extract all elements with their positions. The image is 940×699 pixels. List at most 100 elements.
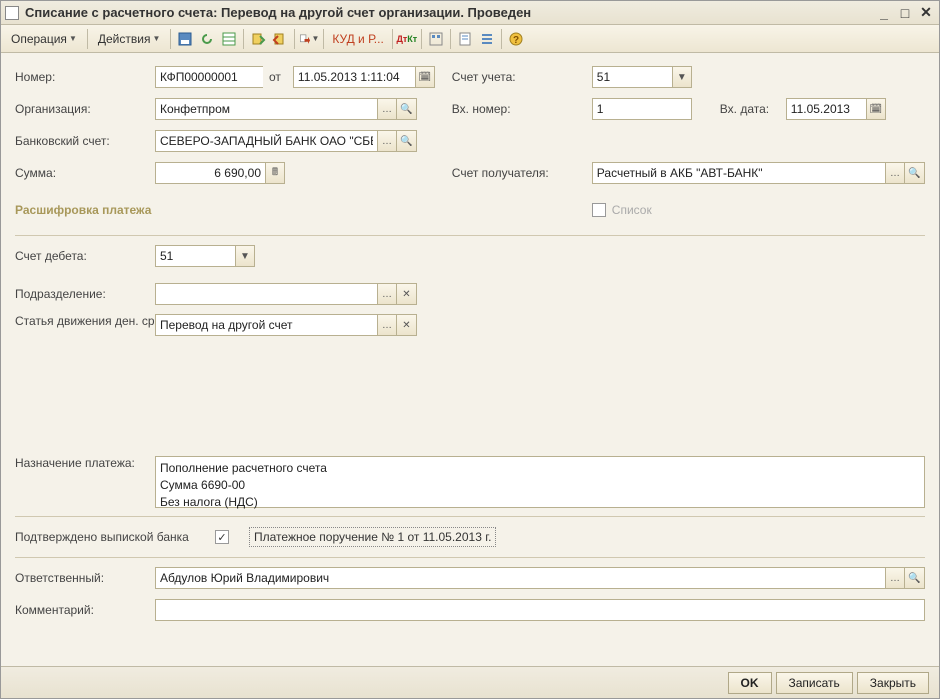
search-icon[interactable]: 🔍	[905, 567, 925, 589]
in-date-input[interactable]	[786, 98, 866, 120]
write-button[interactable]: Записать	[776, 672, 853, 694]
select-icon[interactable]: …	[885, 162, 905, 184]
responsible-field[interactable]: … 🔍	[155, 567, 925, 589]
division-field[interactable]: … ✕	[155, 283, 417, 305]
debit-input[interactable]	[155, 245, 235, 267]
label-list: Список	[612, 203, 658, 217]
form-content: Номер: от 🗓 Счет учета: ▼ Организация: …	[1, 53, 939, 666]
divider	[15, 235, 925, 236]
responsible-input[interactable]	[155, 567, 885, 589]
minimize-button[interactable]: _	[875, 5, 893, 21]
account-uchet-field[interactable]: ▼	[592, 66, 692, 88]
toolbar-save-icon[interactable]	[175, 29, 195, 49]
org-field[interactable]: … 🔍	[155, 98, 417, 120]
separator	[243, 29, 244, 49]
comment-input[interactable]	[155, 599, 925, 621]
confirmed-checkbox[interactable]: ✓	[215, 530, 229, 544]
article-field[interactable]: … ✕	[155, 314, 417, 336]
toolbar-post-icon[interactable]	[248, 29, 268, 49]
label-debit: Счет дебета:	[15, 249, 155, 263]
chevron-down-icon: ▼	[152, 34, 160, 43]
separator	[294, 29, 295, 49]
select-icon[interactable]: …	[377, 98, 397, 120]
separator	[450, 29, 451, 49]
label-comment: Комментарий:	[15, 603, 155, 617]
recipient-account-field[interactable]: … 🔍	[592, 162, 925, 184]
label-responsible: Ответственный:	[15, 571, 155, 585]
datetime-field[interactable]: 🗓	[293, 66, 435, 88]
bank-account-field[interactable]: … 🔍	[155, 130, 417, 152]
operation-label: Операция	[11, 32, 67, 46]
org-input[interactable]	[155, 98, 377, 120]
sum-input[interactable]	[155, 162, 265, 184]
window-title: Списание с расчетного счета: Перевод на …	[25, 5, 872, 20]
number-input[interactable]	[155, 66, 263, 88]
calculator-icon[interactable]: 🖩	[265, 162, 285, 184]
chevron-down-icon[interactable]: ▼	[235, 245, 255, 267]
bank-account-input[interactable]	[155, 130, 377, 152]
maximize-button[interactable]: □	[896, 5, 914, 21]
separator	[87, 29, 88, 49]
toolbar-help-icon[interactable]: ?	[506, 29, 526, 49]
label-in-number: Вх. номер:	[452, 102, 592, 116]
debit-field[interactable]: ▼	[155, 245, 255, 267]
toolbar-unpost-icon[interactable]	[270, 29, 290, 49]
calendar-icon[interactable]: 🗓	[415, 66, 435, 88]
toolbar-report-icon[interactable]	[455, 29, 475, 49]
toolbar-list-icon[interactable]	[477, 29, 497, 49]
number-field[interactable]	[155, 66, 263, 88]
label-in-date: Вх. дата:	[720, 102, 786, 116]
in-number-input[interactable]	[592, 98, 692, 120]
toolbar: Операция ▼ Действия ▼ ▼ КУД и Р... ДтКт …	[1, 25, 939, 53]
svg-text:?: ?	[513, 35, 519, 46]
account-uchet-input[interactable]	[592, 66, 672, 88]
select-icon[interactable]: …	[377, 314, 397, 336]
operation-menu[interactable]: Операция ▼	[5, 29, 83, 49]
kud-button[interactable]: КУД и Р...	[328, 29, 387, 49]
label-number: Номер:	[15, 70, 155, 84]
close-button[interactable]: Закрыть	[857, 672, 929, 694]
toolbar-refresh-icon[interactable]	[197, 29, 217, 49]
label-org: Организация:	[15, 102, 155, 116]
division-input[interactable]	[155, 283, 377, 305]
search-icon[interactable]: 🔍	[397, 98, 417, 120]
calendar-icon[interactable]: 🗓	[866, 98, 886, 120]
chevron-down-icon: ▼	[69, 34, 77, 43]
footer: OK Записать Закрыть	[1, 666, 939, 698]
actions-menu[interactable]: Действия ▼	[92, 29, 167, 49]
label-purpose: Назначение платежа:	[15, 456, 155, 472]
label-article: Статья движения ден. средств:	[15, 314, 155, 330]
toolbar-basedon-icon[interactable]: ▼	[299, 29, 319, 49]
toolbar-spreadsheet-icon[interactable]	[219, 29, 239, 49]
in-date-field[interactable]: 🗓	[786, 98, 886, 120]
list-checkbox[interactable]	[592, 203, 606, 217]
label-sum: Сумма:	[15, 166, 155, 180]
payment-order-link[interactable]: Платежное поручение № 1 от 11.05.2013 г.	[249, 527, 496, 547]
search-icon[interactable]: 🔍	[397, 130, 417, 152]
ok-button[interactable]: OK	[728, 672, 772, 694]
recipient-account-input[interactable]	[592, 162, 885, 184]
toolbar-dtkt-icon[interactable]: ДтКт	[397, 29, 417, 49]
select-icon[interactable]: …	[885, 567, 905, 589]
label-recipient-account: Счет получателя:	[452, 166, 592, 180]
clear-icon[interactable]: ✕	[397, 314, 417, 336]
label-account-uchet: Счет учета:	[452, 70, 592, 84]
article-input[interactable]	[155, 314, 377, 336]
titlebar: Списание с расчетного счета: Перевод на …	[1, 1, 939, 25]
sum-field[interactable]: 🖩	[155, 162, 285, 184]
close-window-button[interactable]: ✕	[917, 5, 935, 21]
clear-icon[interactable]: ✕	[397, 283, 417, 305]
search-icon[interactable]: 🔍	[905, 162, 925, 184]
purpose-textarea[interactable]: Пополнение расчетного счета Сумма 6690-0…	[155, 456, 925, 508]
datetime-input[interactable]	[293, 66, 415, 88]
label-bank-account: Банковский счет:	[15, 134, 155, 148]
separator	[392, 29, 393, 49]
select-icon[interactable]: …	[377, 130, 397, 152]
label-division: Подразделение:	[15, 287, 155, 301]
label-from: от	[269, 70, 287, 84]
actions-label: Действия	[98, 32, 151, 46]
toolbar-structure-icon[interactable]	[426, 29, 446, 49]
separator	[501, 29, 502, 49]
select-icon[interactable]: …	[377, 283, 397, 305]
chevron-down-icon[interactable]: ▼	[672, 66, 692, 88]
